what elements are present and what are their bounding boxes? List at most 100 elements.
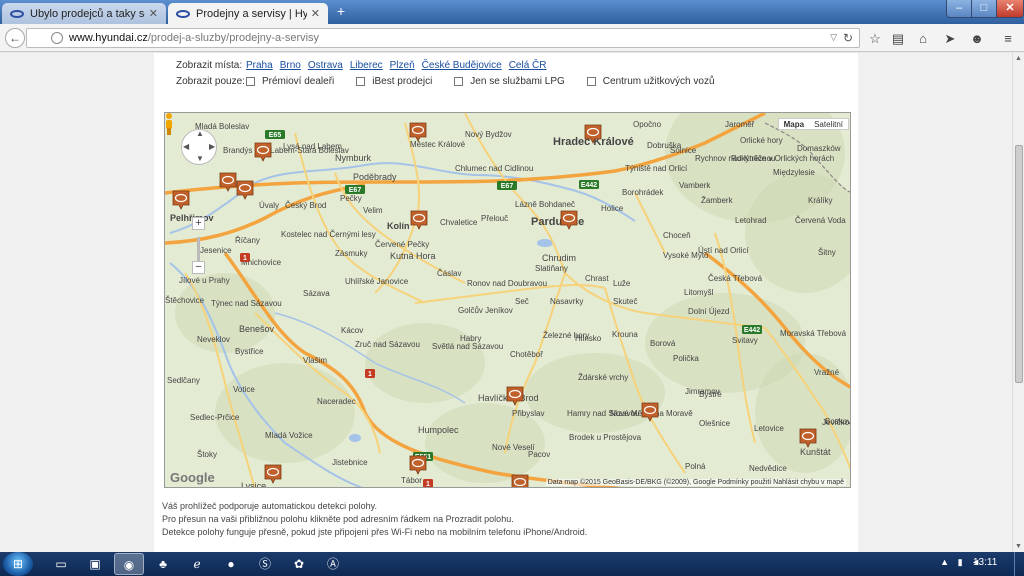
pan-down-icon[interactable]: ▼	[196, 154, 204, 163]
scroll-up-icon[interactable]: ▲	[1015, 55, 1022, 62]
bookmark-star-icon[interactable]: ☆	[867, 31, 883, 47]
place-link-ostrava[interactable]: Ostrava	[308, 60, 343, 71]
geolocation-help: Váš prohlížeč podporuje automatickou det…	[162, 500, 587, 539]
place-link-liberec[interactable]: Liberec	[350, 60, 383, 71]
media-taskbar-icon[interactable]: ●	[216, 553, 246, 575]
help-line: Detekce polohy funguje přesně, pokud jst…	[162, 527, 588, 537]
notes-taskbar-icon[interactable]: ▣	[80, 553, 110, 575]
place-link-praha[interactable]: Praha	[246, 60, 273, 71]
place-label: Międzylesie	[773, 168, 815, 177]
place-label: Tábor	[401, 476, 422, 485]
place-label: Rokytnice v Orlických horách	[731, 154, 834, 163]
checkbox-box[interactable]	[246, 76, 255, 86]
place-label: Orlické hory	[740, 136, 783, 145]
reservoir	[349, 434, 361, 442]
street-view-pegman-icon[interactable]	[165, 113, 173, 135]
place-label: Říčany	[235, 236, 260, 245]
app-taskbar-icon[interactable]: ♣	[148, 553, 178, 575]
pan-right-icon[interactable]: ▶	[209, 142, 215, 151]
address-bar[interactable]: www.hyundai.cz/prodej-a-sluzby/prodejny-…	[26, 28, 860, 48]
google-logo[interactable]: Google	[170, 470, 215, 485]
maximize-button[interactable]: □	[971, 0, 997, 18]
place-label: Městec Králové	[410, 140, 466, 149]
vertical-scrollbar[interactable]: ▲ ▼	[1012, 53, 1024, 552]
show-hidden-icons-icon[interactable]: ▲	[940, 557, 949, 567]
place-label: Ronov nad Doubravou	[467, 279, 547, 288]
show-only-row: Zobrazit pouze: Prémioví dealeři iBest p…	[176, 74, 737, 88]
place-label: Krouna	[612, 330, 638, 339]
commercial-vehicles-checkbox[interactable]: Centrum užitkových vozů	[586, 76, 715, 87]
place-label: Chrast	[585, 274, 609, 283]
dealer-map[interactable]: Nový Bydžov Hradec Králové Opočno Jaroměř Or…	[164, 112, 851, 488]
close-window-button[interactable]: ✕	[996, 0, 1024, 18]
place-link-plzen[interactable]: Plzeň	[390, 60, 415, 71]
road-shield-label: 1	[243, 255, 247, 262]
place-label: Železné hory	[543, 331, 589, 340]
new-tab-button[interactable]: +	[334, 4, 348, 18]
chat-icon[interactable]: ☻	[969, 31, 985, 47]
pan-control[interactable]: ▲ ▼ ◀ ▶	[181, 129, 217, 165]
premium-dealers-checkbox[interactable]: Prémioví dealeři	[246, 76, 334, 87]
map-canvas[interactable]: Nový BydžovHradec KrálovéOpočno JaroměřOr…	[165, 113, 851, 488]
close-tab-icon[interactable]: ✕	[311, 7, 320, 20]
place-label: Jistebnice	[332, 458, 368, 467]
checkbox-box[interactable]	[454, 76, 464, 86]
tab-prodejny-a-servisy[interactable]: Prodejny a servisy | Hyund... ✕	[168, 3, 328, 24]
internet-explorer-taskbar-icon[interactable]: ℯ	[182, 553, 212, 575]
access-taskbar-icon[interactable]: Ⓐ	[318, 553, 348, 575]
place-label: Vražné	[814, 368, 840, 377]
map-attribution[interactable]: Data map ©2015 GeoBasis-DE/BKG (©2009), …	[545, 479, 846, 486]
network-icon[interactable]: ▮	[958, 557, 963, 567]
pan-up-icon[interactable]: ▲	[196, 129, 204, 138]
road-shield-label: 1	[426, 481, 430, 488]
skype-taskbar-icon[interactable]: Ⓢ	[250, 553, 280, 575]
tab-ubylo-prodejcu[interactable]: Ubylo prodejců a taky servi... ✕	[2, 3, 166, 24]
place-label: Neveklov	[197, 335, 230, 344]
show-desktop-button[interactable]	[1014, 552, 1024, 576]
menu-icon[interactable]: ≡	[1000, 31, 1016, 47]
map-type-satellite-button[interactable]: Satelitní	[809, 119, 848, 129]
send-icon[interactable]: ➤	[942, 31, 958, 47]
back-button[interactable]: ←	[5, 28, 25, 48]
place-link-cela-cr[interactable]: Celá ČR	[509, 60, 547, 71]
explorer-taskbar-icon[interactable]: ▭	[46, 553, 76, 575]
pan-left-icon[interactable]: ◀	[183, 142, 189, 151]
place-label: Opočno	[633, 120, 662, 129]
lpg-services-checkbox[interactable]: Jen se službami LPG	[454, 76, 565, 87]
scrollbar-thumb[interactable]	[1015, 145, 1023, 383]
scroll-down-icon[interactable]: ▼	[1015, 543, 1022, 550]
home-icon[interactable]: ⌂	[915, 31, 931, 47]
firefox-taskbar-icon[interactable]: ◉	[114, 553, 144, 575]
zoom-in-button[interactable]: +	[192, 217, 205, 230]
road-shield-label: E442	[744, 327, 760, 334]
minimize-button[interactable]: –	[946, 0, 972, 18]
url-text: www.hyundai.cz/prodej-a-sluzby/prodejny-…	[69, 32, 319, 44]
clock[interactable]: 13:11	[973, 557, 997, 568]
place-label: Štoky	[197, 450, 217, 459]
place-label: Golčův Jeníkov	[458, 306, 513, 315]
start-button[interactable]: ⊞	[3, 552, 33, 576]
paint-taskbar-icon[interactable]: ✿	[284, 553, 314, 575]
place-label: Kutná Hora	[390, 251, 436, 261]
reload-icon[interactable]: ↻	[843, 31, 853, 45]
place-label: Ždárské vrchy	[578, 373, 628, 382]
close-tab-icon[interactable]: ✕	[149, 7, 158, 20]
road-shield-label: E67	[349, 187, 362, 194]
identity-icon[interactable]	[51, 32, 63, 44]
url-dropdown-icon[interactable]: ▽	[830, 32, 837, 43]
checkbox-box[interactable]	[586, 76, 596, 86]
place-label: Sedlec-Prčice	[190, 413, 240, 422]
place-label: Slatiňany	[535, 264, 568, 273]
place-label: Pečky	[340, 194, 362, 203]
bookmarks-list-icon[interactable]: ▤	[890, 31, 906, 47]
zoom-out-button[interactable]: −	[192, 261, 205, 274]
map-type-map-button[interactable]: Mapa	[779, 119, 809, 129]
place-label: Červené Pečky	[375, 240, 429, 249]
place-link-ceske-budejovice[interactable]: České Budějovice	[422, 60, 502, 71]
checkbox-box[interactable]	[356, 76, 366, 86]
place-label: Benešov	[239, 324, 275, 334]
place-link-brno[interactable]: Brno	[280, 60, 301, 71]
ibest-dealers-checkbox[interactable]: iBest prodejci	[356, 76, 432, 87]
place-label: Nasavrky	[550, 297, 583, 306]
zoom-slider-track[interactable]	[197, 237, 200, 261]
